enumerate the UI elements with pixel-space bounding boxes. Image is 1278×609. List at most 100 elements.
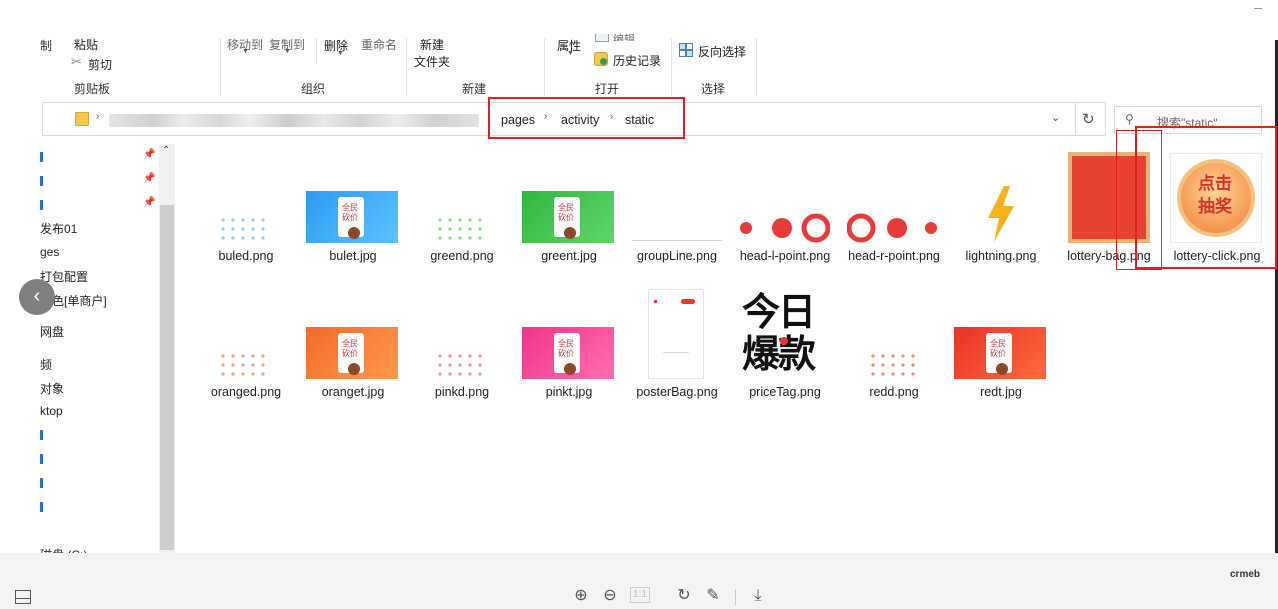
- chevron-down-icon: ▼: [567, 50, 574, 57]
- chevron-down-icon: ▼: [284, 48, 291, 55]
- previous-image-button[interactable]: ‹: [19, 279, 55, 315]
- nav-scrollbar-thumb[interactable]: [160, 205, 174, 550]
- download-icon[interactable]: ⤓: [749, 587, 767, 605]
- nav-item-icon: [40, 478, 43, 488]
- poster-thumbnail: 全民 砍价: [522, 191, 614, 243]
- minimize-icon[interactable]: [1254, 8, 1262, 9]
- file-name: head-r-point.png: [848, 249, 940, 263]
- file-name: buled.png: [218, 249, 274, 263]
- zoom-out-icon[interactable]: ⊖: [601, 587, 619, 605]
- dots-thumbnail: [438, 354, 482, 376]
- poster-text: 砍价: [342, 213, 358, 222]
- edit-button[interactable]: 编辑: [613, 31, 635, 41]
- folder-icon: [75, 112, 89, 126]
- nav-item[interactable]: 发布01: [40, 220, 77, 237]
- file-name: priceTag.png: [749, 385, 821, 399]
- pin-icon[interactable]: 📌: [143, 197, 155, 208]
- ribbon-divider: [671, 38, 672, 96]
- file-name: oranged.png: [210, 385, 282, 399]
- nav-item-icon: [40, 176, 43, 186]
- pin-icon[interactable]: 📌: [143, 173, 155, 184]
- file-name: oranget.jpg: [321, 385, 385, 399]
- nav-item-icon: [40, 454, 43, 464]
- history-button[interactable]: 历史记录: [613, 52, 661, 69]
- chevron-down-icon: ▼: [242, 48, 249, 55]
- refresh-icon[interactable]: ↻: [1082, 110, 1095, 128]
- nav-item[interactable]: 网盘: [40, 323, 64, 340]
- file-name: lightning.png: [965, 249, 1037, 263]
- poster-text: 全民: [990, 339, 1006, 348]
- dots-thumbnail: [221, 218, 265, 240]
- poster-text: 砍价: [342, 349, 358, 358]
- address-divider: [1075, 103, 1076, 135]
- ribbon-divider: [756, 38, 757, 96]
- actual-size-icon[interactable]: 1:1: [630, 587, 650, 603]
- watermark: crmeb: [1230, 569, 1261, 580]
- paste-button[interactable]: 粘贴: [74, 36, 98, 53]
- price-tag-text: 今日: [742, 292, 816, 334]
- new-group-label: 新建: [462, 82, 487, 96]
- invert-selection-icon: [679, 43, 693, 57]
- nav-item[interactable]: ges: [40, 245, 59, 259]
- zoom-in-icon[interactable]: ⊕: [572, 587, 590, 605]
- history-icon: [594, 52, 608, 66]
- lottery-click-highlight: [1135, 126, 1277, 269]
- chevron-down-icon: ▼: [337, 50, 344, 57]
- nav-item-icon: [40, 430, 43, 440]
- file-name: bulet.jpg: [329, 249, 377, 263]
- open-group-label: 打开: [595, 82, 620, 96]
- dots-thumbnail: [221, 354, 265, 376]
- toolbar-divider: [735, 589, 736, 605]
- poster-text: 全民: [558, 203, 574, 212]
- poster-text: 砍价: [558, 349, 574, 358]
- price-tag-text: 爆款: [742, 334, 816, 376]
- new-folder-label: 文件夹: [414, 55, 451, 69]
- ribbon-divider: [544, 38, 545, 96]
- file-name: head-l-point.png: [739, 249, 831, 263]
- line-thumbnail: [632, 240, 722, 241]
- poster-text: 全民: [558, 339, 574, 348]
- file-name: pinkd.png: [434, 385, 490, 399]
- dots-thumbnail: [438, 218, 482, 240]
- blurred-path: [109, 114, 479, 127]
- nav-item-icon: [40, 200, 43, 210]
- price-tag-thumbnail: 今日 爆款: [738, 291, 830, 379]
- poster-text: 砍价: [990, 349, 1006, 358]
- ribbon-divider: [220, 38, 221, 96]
- delete-button[interactable]: 删除: [324, 37, 348, 54]
- nav-item[interactable]: 对象: [40, 380, 64, 397]
- nav-item[interactable]: ktop: [40, 404, 63, 418]
- thumbnail-strip-icon[interactable]: [15, 590, 31, 604]
- nav-item[interactable]: 频: [40, 356, 52, 373]
- cut-button[interactable]: 剪切: [88, 56, 112, 73]
- edit-icon: [595, 34, 609, 42]
- edit-pencil-icon[interactable]: ✎: [704, 587, 722, 605]
- scroll-up-icon[interactable]: ⌃: [162, 145, 170, 156]
- rotate-icon[interactable]: ↻: [675, 587, 693, 605]
- file-name: pinkt.jpg: [545, 385, 593, 399]
- file-name: groupLine.png: [637, 249, 717, 263]
- nav-item-icon: [40, 152, 43, 162]
- head-point-thumbnail: [847, 213, 937, 243]
- dots-thumbnail: [871, 354, 915, 376]
- head-point-thumbnail: [740, 213, 830, 243]
- poster-thumbnail: 全民 砍价: [522, 327, 614, 379]
- ribbon-divider: [406, 38, 407, 96]
- ribbon: 制 粘贴 ✂ 剪切 剪贴板 移动到 ▼ 复制到 ▼ 删除 ▼ 重命名 组织 新建…: [0, 0, 1278, 100]
- rename-button[interactable]: 重命名: [361, 36, 397, 53]
- poster-thumbnail: 全民 砍价: [306, 191, 398, 243]
- file-name: greent.jpg: [541, 249, 597, 263]
- navigation-pane: [40, 140, 176, 554]
- chevron-down-icon[interactable]: ⌄: [1051, 111, 1060, 124]
- pin-icon[interactable]: 📌: [143, 149, 155, 160]
- nav-item-icon: [40, 502, 43, 512]
- poster-text: 全民: [342, 339, 358, 348]
- poster-text: 砍价: [558, 213, 574, 222]
- select-group-label: 选择: [701, 82, 726, 96]
- poster-thumbnail: 全民 砍价: [306, 327, 398, 379]
- file-name: redd.png: [869, 385, 919, 399]
- poster-bag-thumbnail: [648, 289, 704, 379]
- new-folder-button[interactable]: 新建: [420, 36, 444, 53]
- file-name: greend.png: [430, 249, 494, 263]
- invert-selection-button[interactable]: 反向选择: [698, 43, 746, 60]
